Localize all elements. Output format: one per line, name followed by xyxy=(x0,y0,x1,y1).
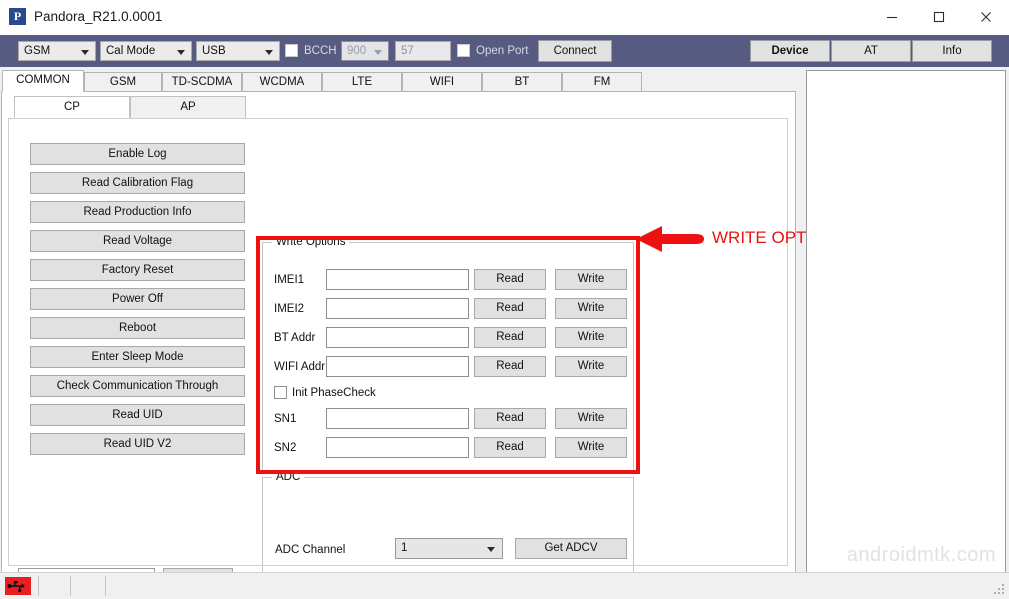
main-tab-bar: COMMONGSMTD-SCDMAWCDMALTEWIFIBTFM xyxy=(1,72,641,92)
connect-button[interactable]: Connect xyxy=(538,40,612,62)
command-button-read-uid-v2[interactable]: Read UID V2 xyxy=(30,433,245,455)
chevron-down-icon xyxy=(177,50,185,55)
mode-select[interactable]: Cal Mode xyxy=(100,41,192,61)
write-options-group: Write Options IMEI1ReadWriteIMEI2ReadWri… xyxy=(262,242,634,471)
close-button[interactable] xyxy=(963,0,1009,34)
write-options-title: Write Options xyxy=(272,235,349,249)
adc-channel-value: 1 xyxy=(401,539,407,558)
input-sn1[interactable] xyxy=(326,408,469,429)
chevron-down-icon xyxy=(81,50,89,55)
command-button-check-communication-through[interactable]: Check Communication Through xyxy=(30,375,245,397)
main-tab-wcdma[interactable]: WCDMA xyxy=(242,72,322,92)
window-title: Pandora_R21.0.0001 xyxy=(34,8,162,26)
main-tab-gsm[interactable]: GSM xyxy=(84,72,162,92)
command-button-column: Enable Log Read Calibration Flag Read Prod… xyxy=(21,124,246,544)
row-label-sn2: SN2 xyxy=(274,440,296,456)
port-type-select[interactable]: USB xyxy=(196,41,280,61)
sub-tab-cp[interactable]: CP xyxy=(14,96,130,118)
at-button[interactable]: AT xyxy=(831,40,911,62)
technology-value: GSM xyxy=(24,42,50,60)
command-button-read-calibration-flag[interactable]: Read Calibration Flag xyxy=(30,172,245,194)
read-button-imei1[interactable]: Read xyxy=(474,269,546,290)
baud-rate-field[interactable]: 57 xyxy=(395,41,451,61)
content-panel: CPAP Enable Log Read Calibration Flag Read… xyxy=(1,91,796,573)
adc-channel-select[interactable]: 1 xyxy=(395,538,503,559)
checkbox-box xyxy=(285,44,298,57)
read-button-wifi-addr[interactable]: Read xyxy=(474,356,546,377)
status-separator xyxy=(38,576,39,596)
status-separator xyxy=(105,576,106,596)
cp-panel: Enable Log Read Calibration Flag Read Prod… xyxy=(8,118,788,566)
command-button-read-production-info[interactable]: Read Production Info xyxy=(30,201,245,223)
adc-channel-label: ADC Channel xyxy=(275,542,345,558)
write-button-sn1[interactable]: Write xyxy=(555,408,627,429)
main-tab-td-scdma[interactable]: TD-SCDMA xyxy=(162,72,242,92)
main-tab-lte[interactable]: LTE xyxy=(322,72,402,92)
title-bar: P Pandora_R21.0.0001 xyxy=(0,0,1009,36)
log-panel[interactable]: androidmtk.com xyxy=(806,70,1006,574)
sub-tab-ap[interactable]: AP xyxy=(130,96,246,118)
write-button-bt-addr[interactable]: Write xyxy=(555,327,627,348)
command-button-enter-sleep-mode[interactable]: Enter Sleep Mode xyxy=(30,346,245,368)
status-bar xyxy=(0,572,1009,599)
checkbox-box xyxy=(274,386,287,399)
info-button[interactable]: Info xyxy=(912,40,992,62)
command-button-reboot[interactable]: Reboot xyxy=(30,317,245,339)
command-button-factory-reset[interactable]: Factory Reset xyxy=(30,259,245,281)
application-window: P Pandora_R21.0.0001 GSM Cal Mode USB BC… xyxy=(0,0,1009,599)
bcch-band-value: 900 xyxy=(347,42,366,60)
row-label-wifi-addr: WIFI Addr xyxy=(274,359,325,375)
row-label-bt-addr: BT Addr xyxy=(274,330,315,346)
get-adcv-button[interactable]: Get ADCV xyxy=(515,538,627,559)
write-button-sn2[interactable]: Write xyxy=(555,437,627,458)
command-button-read-voltage[interactable]: Read Voltage xyxy=(30,230,245,252)
sub-tab-bar: CPAP xyxy=(8,96,788,119)
row-label-imei2: IMEI2 xyxy=(274,301,304,317)
bcch-label: BCCH xyxy=(304,41,337,61)
write-button-imei1[interactable]: Write xyxy=(555,269,627,290)
main-tab-fm[interactable]: FM xyxy=(562,72,642,92)
port-type-value: USB xyxy=(202,42,226,60)
write-button-imei2[interactable]: Write xyxy=(555,298,627,319)
input-bt-addr[interactable] xyxy=(326,327,469,348)
app-icon: P xyxy=(9,8,26,25)
read-button-imei2[interactable]: Read xyxy=(474,298,546,319)
device-button[interactable]: Device xyxy=(750,40,830,62)
open-port-label: Open Port xyxy=(476,41,528,61)
checkbox-box xyxy=(457,44,470,57)
status-separator xyxy=(70,576,71,596)
main-tab-common[interactable]: COMMON xyxy=(2,70,84,92)
command-button-enable-log[interactable]: Enable Log xyxy=(30,143,245,165)
chevron-down-icon xyxy=(374,50,382,55)
maximize-button[interactable] xyxy=(916,0,962,34)
command-button-read-uid[interactable]: Read UID xyxy=(30,404,245,426)
toolbar: GSM Cal Mode USB BCCH 900 57 Open Port C… xyxy=(0,35,1009,67)
main-tab-wifi[interactable]: WIFI xyxy=(402,72,482,92)
read-button-sn2[interactable]: Read xyxy=(474,437,546,458)
bcch-band-select[interactable]: 900 xyxy=(341,41,389,61)
adc-title: ADC xyxy=(272,470,304,484)
mode-value: Cal Mode xyxy=(106,42,155,60)
input-imei1[interactable] xyxy=(326,269,469,290)
chevron-down-icon xyxy=(265,50,273,55)
annotation-arrow-icon xyxy=(636,226,704,252)
row-label-sn1: SN1 xyxy=(274,411,296,427)
input-wifi-addr[interactable] xyxy=(326,356,469,377)
input-imei2[interactable] xyxy=(326,298,469,319)
resize-grip[interactable] xyxy=(993,583,1006,596)
command-button-power-off[interactable]: Power Off xyxy=(30,288,245,310)
technology-select[interactable]: GSM xyxy=(18,41,96,61)
input-sn2[interactable] xyxy=(326,437,469,458)
write-button-wifi-addr[interactable]: Write xyxy=(555,356,627,377)
read-button-bt-addr[interactable]: Read xyxy=(474,327,546,348)
main-tab-bt[interactable]: BT xyxy=(482,72,562,92)
watermark-label: androidmtk.com xyxy=(847,543,996,567)
usb-icon xyxy=(5,577,31,595)
read-button-sn1[interactable]: Read xyxy=(474,408,546,429)
init-phasecheck-label: Init PhaseCheck xyxy=(292,385,376,401)
chevron-down-icon xyxy=(487,547,495,552)
row-label-imei1: IMEI1 xyxy=(274,272,304,288)
minimize-button[interactable] xyxy=(869,0,915,34)
